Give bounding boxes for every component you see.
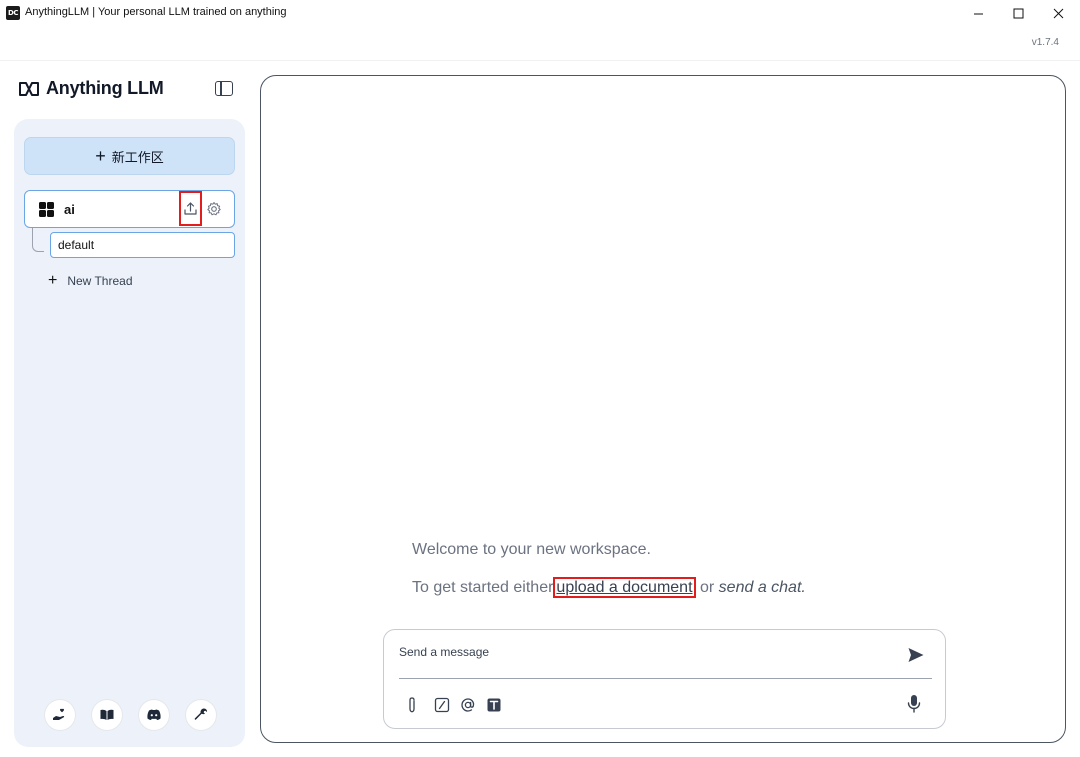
new-workspace-label: 新工作区 — [111, 149, 164, 165]
composer-divider — [399, 678, 932, 679]
or-text: or — [699, 579, 715, 596]
brand: Anything LLM — [18, 78, 164, 99]
chat-panel: Welcome to your new workspace. To get st… — [260, 75, 1066, 743]
plus-icon: + — [48, 272, 58, 289]
workspace-grid-icon — [39, 202, 54, 217]
sidebar: + 新工作区 ai default + New Thread — [14, 119, 245, 747]
thread-item-default[interactable]: default — [50, 232, 235, 258]
wrench-icon — [194, 708, 208, 720]
window-title: AnythingLLM | Your personal LLM trained … — [25, 6, 287, 18]
gear-icon — [207, 202, 221, 216]
message-input[interactable] — [399, 642, 879, 662]
get-started-prefix: To get started either — [412, 579, 554, 596]
at-sign-icon — [461, 698, 475, 712]
close-icon — [1053, 8, 1063, 18]
get-started-message: To get started either upload a document o… — [412, 577, 806, 598]
message-composer — [383, 629, 946, 729]
welcome-message: Welcome to your new workspace. — [412, 541, 651, 558]
send-chat-text: send a chat. — [718, 579, 806, 596]
send-icon — [908, 648, 924, 662]
new-thread-label: New Thread — [67, 274, 133, 288]
close-button[interactable] — [1042, 2, 1074, 24]
title-bar: DC AnythingLLM | Your personal LLM train… — [0, 0, 1080, 28]
support-button[interactable] — [45, 700, 75, 730]
upload-icon — [184, 202, 197, 215]
microphone-icon — [907, 695, 921, 713]
upload-document-link[interactable]: upload a document — [553, 577, 696, 598]
version-label: v1.7.4 — [1031, 37, 1059, 48]
sidebar-toggle-icon[interactable] — [215, 81, 233, 96]
thread-connector — [32, 228, 44, 252]
microphone-button[interactable] — [905, 694, 923, 714]
slash-commands-button[interactable] — [433, 696, 451, 714]
maximize-button[interactable] — [1002, 2, 1034, 24]
plus-icon: + — [95, 146, 106, 166]
minimize-button[interactable] — [962, 2, 994, 24]
discord-icon — [147, 709, 161, 720]
send-button[interactable] — [907, 646, 925, 664]
text-size-icon — [487, 698, 501, 712]
agent-mention-button[interactable] — [459, 696, 477, 714]
header-divider — [0, 60, 1080, 61]
workspace-settings-button[interactable] — [205, 200, 223, 218]
hand-heart-icon — [53, 708, 65, 720]
text-size-button[interactable] — [485, 696, 503, 714]
docs-button[interactable] — [92, 700, 122, 730]
discord-button[interactable] — [139, 700, 169, 730]
new-thread-button[interactable]: + New Thread — [48, 272, 133, 290]
minimize-icon — [973, 13, 983, 14]
upload-document-button[interactable] — [179, 191, 202, 226]
app-logo-icon: DC — [6, 6, 20, 20]
admin-settings-button[interactable] — [186, 700, 216, 730]
paperclip-icon — [409, 697, 415, 713]
brand-name: Anything LLM — [46, 78, 164, 98]
sidebar-footer — [45, 700, 216, 730]
attach-button[interactable] — [403, 696, 421, 714]
slash-command-icon — [434, 697, 450, 713]
workspace-name: ai — [64, 202, 75, 217]
maximize-icon — [1013, 8, 1023, 18]
new-workspace-button[interactable]: + 新工作区 — [24, 137, 235, 175]
workspace-item-ai[interactable]: ai — [24, 190, 235, 228]
book-icon — [100, 709, 114, 720]
anythingllm-logo-icon — [19, 81, 39, 96]
